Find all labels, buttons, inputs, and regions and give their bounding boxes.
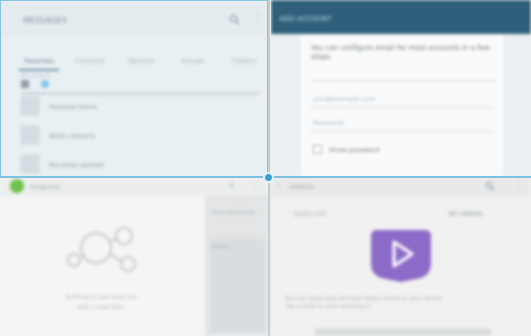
tab-video-list[interactable]: VIDEO LIST	[293, 211, 327, 218]
tab-groups[interactable]: Groups	[173, 57, 213, 71]
list-item-label: Recently opened	[49, 161, 104, 169]
tab-contacts[interactable]: Contacts	[70, 57, 110, 71]
side-panel-content	[210, 238, 265, 333]
list-item[interactable]: Personal items	[21, 97, 261, 119]
search-icon[interactable]	[485, 181, 495, 191]
split-resize-handle[interactable]	[263, 172, 274, 183]
more-options-icon[interactable]: ⋮	[253, 13, 262, 23]
back-icon[interactable]: ‹	[277, 181, 280, 190]
expand-icon[interactable]: ↕	[228, 181, 235, 190]
setup-message: You can configure email for most account…	[311, 44, 490, 61]
info-text: Tap a video to start watching it.	[285, 304, 372, 310]
section-sub-label: All contacts	[21, 73, 51, 79]
more-options-icon[interactable]: ⋮	[515, 180, 523, 189]
list-item[interactable]: Work contacts	[21, 126, 261, 148]
side-panel-label: Ideas and stories	[212, 210, 255, 216]
select-icon[interactable]	[21, 80, 29, 88]
tab-folders[interactable]: Folders	[224, 57, 264, 71]
divider	[21, 92, 259, 95]
tab-my-videos[interactable]: MY VIDEOS	[449, 211, 483, 218]
app-title: VIDEOS	[289, 183, 314, 191]
account-setup-card: You can configure email for most account…	[301, 34, 503, 177]
multiwindow-pane-bottom-right[interactable]: ‹ VIDEOS ⋮ VIDEO LIST MY VIDEOS You can …	[271, 178, 531, 336]
action-button[interactable]	[315, 328, 491, 336]
item-thumbnail	[21, 97, 39, 115]
active-tab-indicator	[19, 69, 59, 71]
vertical-split-divider[interactable]	[268, 0, 270, 336]
empty-state-illustration-icon	[67, 227, 136, 272]
tab-recents[interactable]: Recents	[122, 57, 162, 71]
multiwindow-pane-top-right[interactable]: ADD ACCOUNT You can configure email for …	[271, 0, 531, 177]
more-options-icon[interactable]: ⋮	[250, 181, 258, 190]
list-item[interactable]: Recently opened	[21, 155, 261, 176]
info-text: You can easily play and edit videos save…	[285, 296, 444, 302]
app-title: Snapchat	[30, 183, 61, 191]
app-title: ADD ACCOUNT	[279, 15, 332, 23]
empty-state-line: Nothing to see here yet.	[65, 294, 139, 301]
sync-icon[interactable]	[41, 80, 49, 88]
app-title: MESSAGES	[23, 16, 67, 25]
item-thumbnail	[21, 155, 39, 173]
password-placeholder: Password	[313, 119, 344, 127]
password-field[interactable]: Password	[311, 112, 495, 132]
video-app-icon	[371, 230, 431, 282]
app-logo-icon	[10, 179, 24, 193]
multiwindow-pane-top-left[interactable]: MESSAGES ⋮ Favorites Contacts Recents Gr…	[0, 0, 269, 177]
toolbar	[21, 80, 261, 90]
divider	[311, 80, 495, 81]
list-item-label: Work contacts	[49, 132, 96, 140]
list-item-label: Personal items	[49, 103, 97, 111]
email-placeholder: you@example.com	[313, 95, 376, 103]
search-icon[interactable]	[229, 14, 240, 25]
side-panel-label: Recent	[212, 244, 230, 250]
show-password-checkbox[interactable]	[313, 145, 322, 154]
empty-state-line: Add a new item.	[77, 304, 127, 311]
show-password-label: Show password	[329, 146, 380, 154]
item-thumbnail	[21, 126, 39, 144]
multiwindow-pane-bottom-left[interactable]: Snapchat ↕ ⋮ Nothing to see here yet. Ad…	[0, 178, 269, 336]
email-field[interactable]: you@example.com	[311, 88, 495, 108]
